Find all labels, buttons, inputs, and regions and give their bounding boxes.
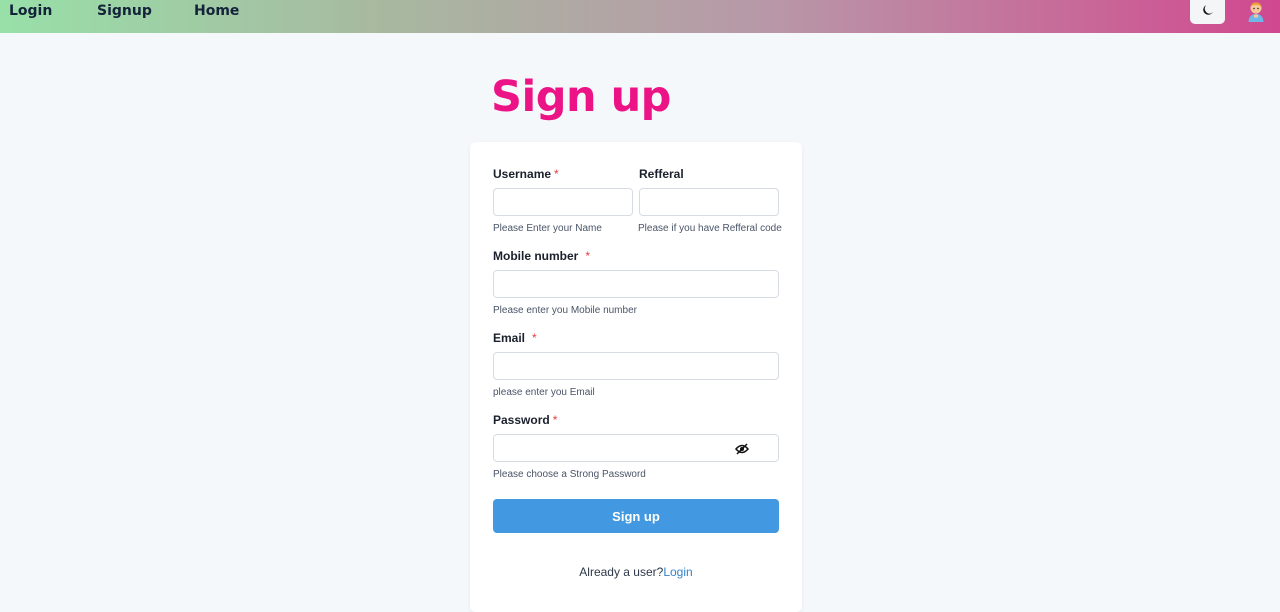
login-link[interactable]: Login	[663, 565, 692, 579]
top-navbar: Login Signup Home	[0, 0, 1280, 33]
signup-submit-button[interactable]: Sign up	[493, 499, 779, 533]
signup-form-card: Username * Please Enter your Name Reffera…	[470, 142, 802, 612]
password-help-text: Please choose a Strong Password	[493, 469, 646, 480]
email-label: Email *	[493, 331, 537, 345]
referral-input[interactable]	[639, 188, 779, 216]
email-input[interactable]	[493, 352, 779, 380]
referral-help-text: Please if you have Refferal code	[638, 223, 782, 234]
nav-home-link[interactable]: Home	[194, 3, 239, 19]
email-help-text: please enter you Email	[493, 387, 595, 398]
password-label: Password *	[493, 413, 558, 427]
mobile-help-text: Please enter you Mobile number	[493, 305, 637, 316]
already-user-text: Already a user?	[579, 565, 664, 579]
mobile-input[interactable]	[493, 270, 779, 298]
user-avatar[interactable]	[1245, 0, 1267, 22]
referral-label: Refferal	[639, 167, 684, 181]
moon-icon	[1202, 3, 1214, 21]
already-user-line: Already a user?Login	[470, 565, 802, 579]
required-marker: *	[585, 249, 591, 263]
nav-login-link[interactable]: Login	[9, 3, 52, 19]
required-marker: *	[552, 413, 558, 427]
avatar-icon	[1248, 2, 1264, 22]
mobile-label: Mobile number *	[493, 249, 591, 263]
required-marker: *	[554, 167, 559, 181]
required-marker: *	[532, 331, 537, 345]
theme-toggle-button[interactable]	[1190, 0, 1225, 24]
eye-slash-icon[interactable]	[734, 443, 750, 455]
username-label: Username *	[493, 167, 559, 181]
page-title: Sign up	[491, 72, 671, 122]
username-input[interactable]	[493, 188, 633, 216]
nav-signup-link[interactable]: Signup	[97, 3, 152, 19]
username-help-text: Please Enter your Name	[493, 223, 602, 234]
